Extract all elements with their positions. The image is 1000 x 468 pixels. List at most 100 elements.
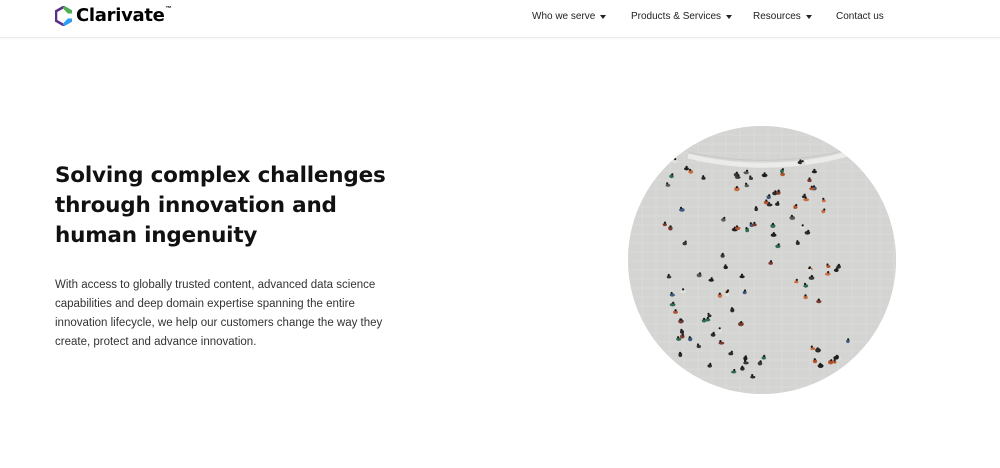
person-head <box>746 169 749 172</box>
person-head <box>735 171 738 174</box>
nav-products-services-label: Products & Services <box>631 11 722 22</box>
person-head <box>669 225 672 228</box>
hero-description: With access to globally trusted content,… <box>55 279 383 348</box>
person-head <box>710 277 713 280</box>
nav-resources-label: Resources <box>753 11 801 22</box>
person-head <box>796 240 799 243</box>
person-head <box>679 351 682 354</box>
person-head <box>835 354 838 357</box>
person-figure <box>804 231 811 235</box>
person-head <box>749 175 752 178</box>
person-head <box>803 193 806 196</box>
person-head <box>763 172 766 175</box>
person-head <box>723 216 726 219</box>
crowd-illustration <box>628 126 896 394</box>
person-head <box>795 203 798 207</box>
person-head <box>795 278 798 281</box>
person-head <box>816 347 819 350</box>
nav-resources[interactable]: Resources <box>753 11 812 23</box>
person-head <box>804 196 807 199</box>
person-figure <box>679 208 685 212</box>
person-head <box>810 274 813 278</box>
person-figure <box>743 171 749 175</box>
person-head <box>754 206 758 209</box>
person-head <box>801 224 804 227</box>
person-head <box>680 318 683 321</box>
person-head <box>751 374 754 377</box>
person-figure <box>718 341 725 345</box>
person-figure <box>669 293 675 297</box>
person-head <box>777 243 780 246</box>
person-head <box>698 272 702 275</box>
person-head <box>712 331 715 334</box>
person-head <box>769 260 773 263</box>
person-head <box>759 360 762 363</box>
person-head <box>763 354 766 357</box>
person-head <box>813 358 816 361</box>
person-head <box>666 182 669 185</box>
person-head <box>819 362 822 365</box>
person-head <box>735 225 739 228</box>
person-head <box>753 221 756 224</box>
person-head <box>768 194 771 197</box>
person-head <box>707 312 710 315</box>
person-head <box>672 301 675 304</box>
person-head <box>804 294 807 297</box>
logo-trademark: ™ <box>165 6 172 12</box>
person-head <box>682 288 685 291</box>
nav-products-services[interactable]: Products & Services <box>631 11 733 23</box>
person-head <box>721 252 724 255</box>
person-head <box>688 168 692 171</box>
person-head <box>671 173 674 176</box>
person-head <box>817 298 820 301</box>
person-head <box>724 264 727 267</box>
person-head <box>799 159 802 162</box>
nav-who-we-serve-label: Who we serve <box>532 11 596 22</box>
person-head <box>679 206 683 209</box>
nav-contact-us[interactable]: Contact us <box>836 11 884 23</box>
person-head <box>670 291 673 295</box>
person-head <box>812 185 816 188</box>
person-head <box>733 368 736 372</box>
person-head <box>730 307 734 310</box>
person-head <box>777 189 780 192</box>
person-head <box>740 273 744 276</box>
person-head <box>743 289 747 292</box>
person-head <box>810 185 813 188</box>
logo-wordmark: Clarivate <box>76 5 165 26</box>
person-head <box>718 327 721 330</box>
person-head <box>826 263 829 266</box>
person-figure <box>735 175 741 179</box>
person-head <box>703 317 706 320</box>
person-head <box>688 336 691 339</box>
clarivate-logo[interactable]: Clarivate ™ <box>55 6 172 26</box>
person-head <box>827 271 830 274</box>
person-figure <box>750 375 756 379</box>
person-head <box>744 355 747 358</box>
person-head <box>681 333 684 336</box>
person-head <box>745 227 748 230</box>
person-head <box>835 267 838 270</box>
person-head <box>776 201 779 204</box>
person-head <box>706 316 709 319</box>
person-figure <box>665 184 671 187</box>
person-head <box>674 309 677 312</box>
clarivate-logo-icon <box>55 6 72 26</box>
chevron-down-icon <box>600 15 607 19</box>
nav-contact-us-label: Contact us <box>836 11 884 22</box>
person-head <box>847 338 850 341</box>
person-head <box>837 263 840 266</box>
hero-title: Solving complex challenges through innov… <box>55 163 386 248</box>
person-head <box>781 168 784 171</box>
person-head <box>718 292 721 295</box>
person-head <box>743 359 747 362</box>
person-head <box>677 336 680 339</box>
person-head <box>737 174 740 177</box>
person-figure <box>696 344 701 349</box>
nav-who-we-serve[interactable]: Who we serve <box>532 11 607 23</box>
person-head <box>813 168 816 171</box>
person-head <box>735 186 738 189</box>
person-head <box>822 197 825 200</box>
person-head <box>790 214 793 217</box>
person-figure <box>744 184 749 188</box>
